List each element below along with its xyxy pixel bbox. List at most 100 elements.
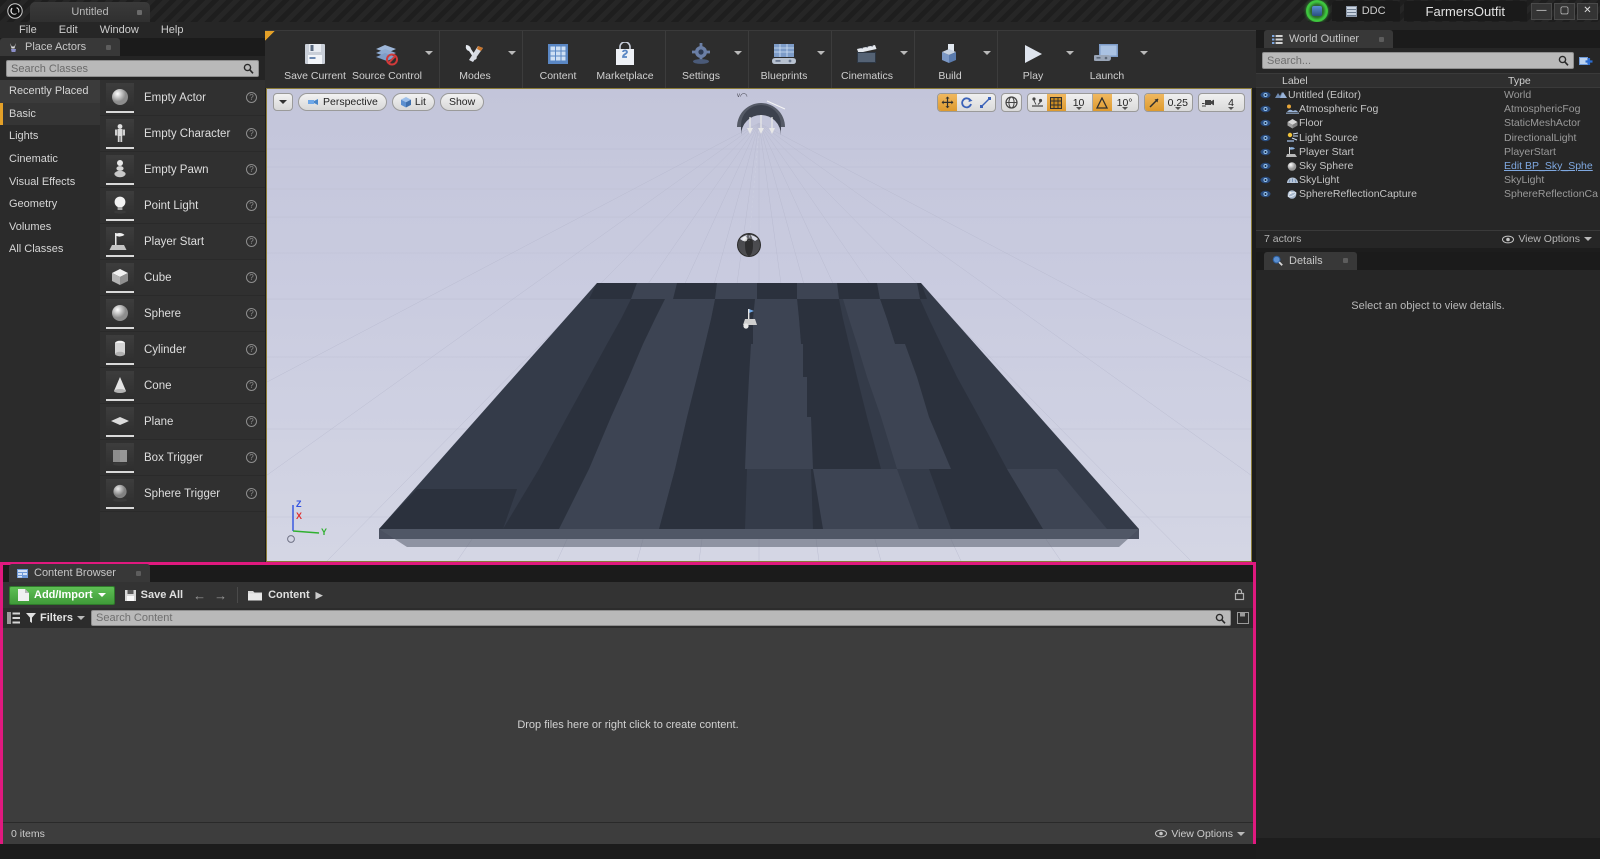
toolbar-build-dropdown[interactable] [981,31,993,88]
outliner-row[interactable]: Light Source DirectionalLight [1256,131,1600,145]
tab-close-dot-icon[interactable] [135,570,141,576]
grid-snap-value[interactable]: 10 [1066,94,1092,111]
viewport-options-button[interactable] [273,93,293,111]
category-cinematic[interactable]: Cinematic [0,148,100,171]
actor-list-item[interactable]: Empty Pawn? [100,152,265,188]
column-header-type[interactable]: Type [1504,75,1600,87]
help-icon[interactable]: ? [246,92,257,103]
world-outliner-search-box[interactable] [1262,52,1574,69]
visibility-eye-icon[interactable] [1256,190,1274,198]
actor-list-item[interactable]: Cylinder? [100,332,265,368]
help-icon[interactable]: ? [246,344,257,355]
add-actor-button[interactable] [1578,53,1594,69]
outliner-row-type[interactable]: Edit BP_Sky_Sphe [1504,160,1600,172]
category-recently-placed[interactable]: Recently Placed [0,80,100,103]
toolbar-build-button[interactable]: Build [919,31,981,88]
menu-help[interactable]: Help [150,22,195,38]
help-icon[interactable]: ? [246,236,257,247]
scale-snap-value[interactable]: 0.25 [1164,94,1192,111]
actor-list-item[interactable]: Sphere Trigger? [100,476,265,512]
actor-list-item[interactable]: Cube? [100,260,265,296]
ddc-button[interactable]: DDC [1331,1,1400,21]
close-button[interactable]: ✕ [1577,2,1598,20]
outliner-row[interactable]: Untitled (Editor) World [1256,88,1600,102]
toolbar-marketplace-button[interactable]: Marketplace [589,31,661,88]
help-icon[interactable]: ? [246,452,257,463]
column-header-label[interactable]: Label [1256,75,1504,87]
actor-list-item[interactable]: Empty Character? [100,116,265,152]
category-lights[interactable]: Lights [0,125,100,148]
outliner-row[interactable]: SphereReflectionCapture SphereReflectionC… [1256,187,1600,201]
grid-snap-toggle[interactable] [1046,94,1066,111]
visibility-eye-icon[interactable] [1256,134,1274,142]
category-volumes[interactable]: Volumes [0,216,100,239]
visibility-eye-icon[interactable] [1256,176,1274,184]
help-icon[interactable]: ? [246,272,257,283]
search-classes-input[interactable] [11,62,243,75]
level-viewport[interactable]: ᵛ◠ Perspective Lit Show 10 10° 0.25 4 Z … [266,88,1252,562]
outliner-row[interactable]: Sky Sphere Edit BP_Sky_Sphe [1256,159,1600,173]
maximize-button[interactable]: ▢ [1554,2,1575,20]
project-tab[interactable]: Untitled [30,2,150,22]
search-classes-box[interactable] [6,60,259,77]
tab-place-actors[interactable]: Place Actors [0,38,121,56]
content-browser-view-options[interactable]: View Options [1155,828,1245,840]
content-search-input[interactable] [96,612,1215,624]
toolbar-modes-button[interactable]: Modes [444,31,506,88]
actor-list-item[interactable]: Sphere? [100,296,265,332]
toolbar-modes-dropdown[interactable] [506,31,518,88]
category-visual-effects[interactable]: Visual Effects [0,170,100,193]
category-all-classes[interactable]: All Classes [0,238,100,261]
tab-content-browser[interactable]: Content Browser [9,564,150,582]
translate-mode-button[interactable] [937,94,957,111]
tab-close-dot-icon[interactable] [106,44,112,50]
content-browser-asset-area[interactable]: Drop files here or right click to create… [3,628,1253,822]
tab-close-dot-icon[interactable] [1379,36,1385,42]
actor-list-item[interactable]: Cone? [100,368,265,404]
actor-list-item[interactable]: Player Start? [100,224,265,260]
outliner-row[interactable]: Floor StaticMeshActor [1256,116,1600,130]
tab-close-dot-icon[interactable] [1342,258,1348,263]
visibility-eye-icon[interactable] [1256,119,1274,127]
help-icon[interactable]: ? [246,308,257,319]
lock-icon[interactable] [1233,588,1247,602]
angle-snap-value[interactable]: 10° [1112,94,1138,111]
menu-window[interactable]: Window [89,22,150,38]
save-all-button[interactable]: Save All [124,589,183,601]
toolbar-play-button[interactable]: Play [1002,31,1064,88]
breadcrumb-caret-icon[interactable]: ▶ [316,590,323,601]
toolbar-settings-dropdown[interactable] [732,31,744,88]
angle-snap-toggle[interactable] [1092,94,1112,111]
viewport-perspective-button[interactable]: Perspective [298,93,387,111]
content-search-box[interactable] [91,610,1231,626]
actor-list-item[interactable]: Empty Actor? [100,80,265,116]
toolbar-source-control-dropdown[interactable] [423,31,435,88]
toolbar-launch-button[interactable]: Launch [1076,31,1138,88]
camera-speed-icon[interactable] [1199,94,1218,111]
world-coordinates-button[interactable] [1002,94,1021,111]
surface-snap-button[interactable] [1028,94,1047,111]
help-icon[interactable]: ? [246,128,257,139]
help-icon[interactable]: ? [246,380,257,391]
scale-snap-toggle[interactable] [1144,94,1164,111]
visibility-eye-icon[interactable] [1256,105,1274,113]
visibility-eye-icon[interactable] [1256,91,1274,99]
world-outliner-view-options[interactable]: View Options [1502,233,1592,245]
save-search-icon[interactable] [1237,612,1249,624]
status-badge[interactable] [1305,0,1328,22]
menu-file[interactable]: File [8,22,48,38]
filters-button[interactable]: Filters [26,612,86,624]
project-name-pill[interactable]: FarmersOutfit [1403,1,1527,21]
breadcrumb[interactable]: Content ▶ [248,589,323,601]
help-icon[interactable]: ? [246,416,257,427]
toolbar-source-control-button[interactable]: Source Control [351,31,423,88]
world-outliner-search-input[interactable] [1267,54,1558,67]
toolbar-cinematics-button[interactable]: Cinematics [836,31,898,88]
back-arrow-icon[interactable]: ← [193,588,206,603]
viewport-show-button[interactable]: Show [439,93,485,111]
outliner-row[interactable]: Player Start PlayerStart [1256,145,1600,159]
toolbar-blueprints-dropdown[interactable] [815,31,827,88]
scale-mode-button[interactable] [976,94,995,111]
visibility-eye-icon[interactable] [1256,148,1274,156]
visibility-eye-icon[interactable] [1256,162,1274,170]
